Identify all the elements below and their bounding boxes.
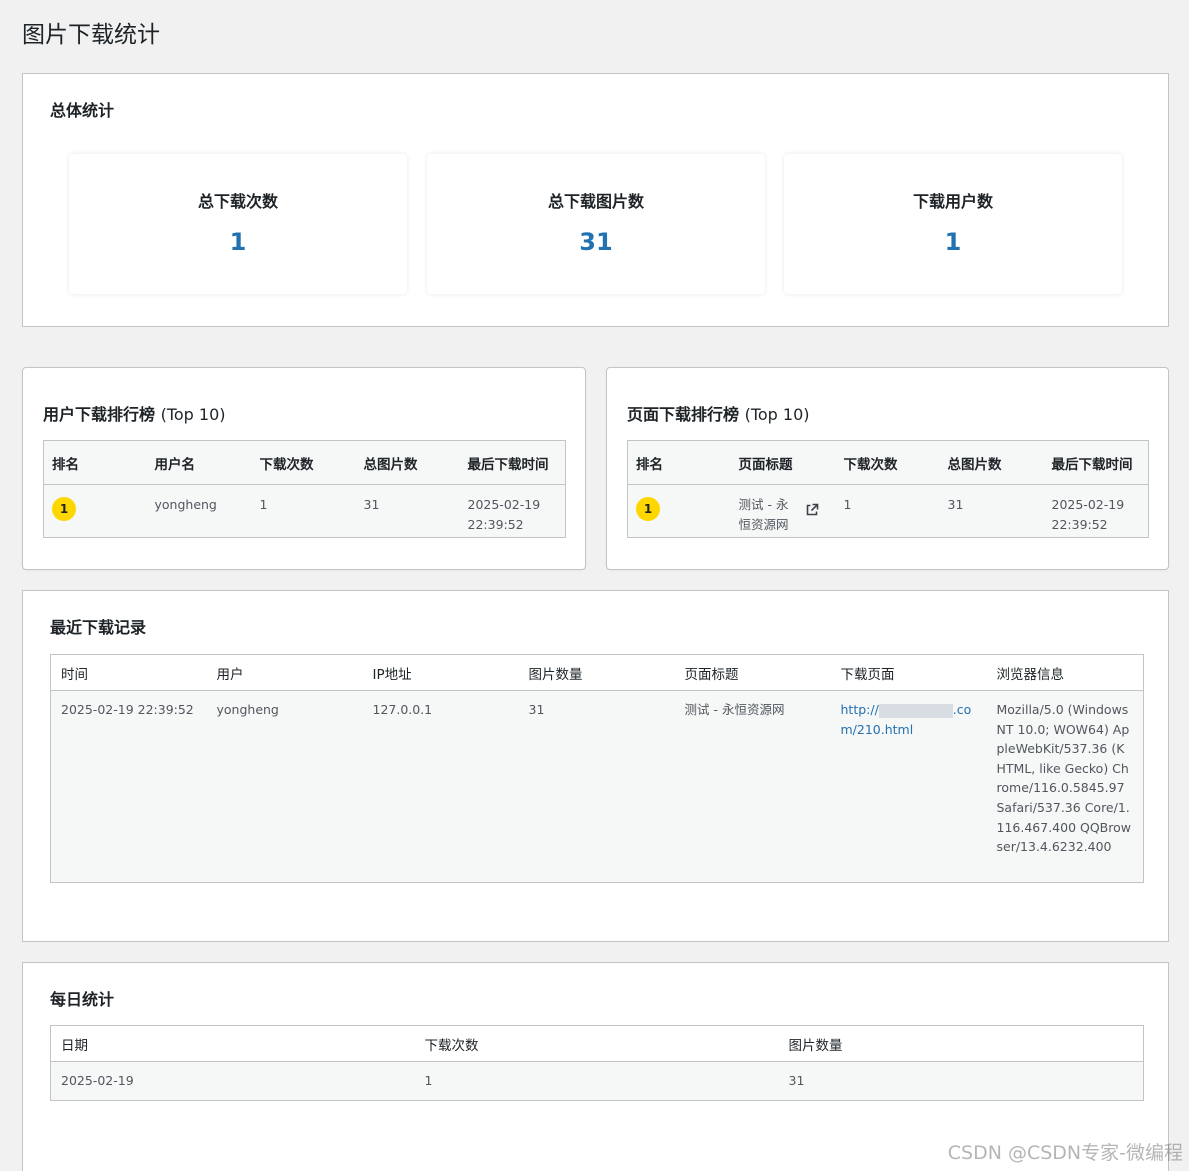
page-rank-card: 页面下载排行榜 (Top 10) 排名 页面标题 下载次数 总图片数 最后下载时… xyxy=(606,367,1169,570)
stat-value: 1 xyxy=(944,228,962,256)
column-header: 总图片数 xyxy=(939,440,1044,485)
page-title-text: 测试 - 永 恒资源网 xyxy=(739,495,789,534)
user-rank-card: 用户下载排行榜 (Top 10) 排名 用户名 下载次数 总图片数 最后下载时间… xyxy=(22,367,586,570)
column-header: 下载次数 xyxy=(251,440,356,485)
table-row: 2025-02-19 22:39:52 yongheng 127.0.0.1 3… xyxy=(50,690,1144,883)
daily-table: 日期 下载次数 图片数量 2025-02-19 1 31 xyxy=(50,1025,1144,1101)
column-header: 图片数量 xyxy=(518,654,675,691)
last-date: 2025-02-19 xyxy=(1051,497,1125,512)
column-header: 总图片数 xyxy=(355,440,460,485)
column-header: 浏览器信息 xyxy=(986,654,1144,691)
date-cell: 2025-02-19 xyxy=(50,1061,415,1101)
table-header-row: 排名 页面标题 下载次数 总图片数 最后下载时间 xyxy=(627,440,1149,485)
table-header-row: 时间 用户 IP地址 图片数量 页面标题 下载页面 浏览器信息 xyxy=(50,654,1144,691)
page-rank-table: 排名 页面标题 下载次数 总图片数 最后下载时间 1 测试 - 永 恒资源网 1… xyxy=(627,440,1149,538)
rank-cell: 1 xyxy=(43,484,147,538)
user-rank-title-text: 用户下载排行榜 xyxy=(43,405,156,424)
table-header-row: 排名 用户名 下载次数 总图片数 最后下载时间 xyxy=(43,440,566,485)
column-header: 最后下载时间 xyxy=(1043,440,1149,485)
overview-title: 总体统计 xyxy=(50,101,115,120)
column-header: 用户名 xyxy=(146,440,252,485)
column-header: 下载次数 xyxy=(414,1025,779,1062)
daily-title: 每日统计 xyxy=(50,990,115,1009)
downloads-cell: 1 xyxy=(251,484,356,538)
time-cell: 2025-02-19 22:39:52 xyxy=(50,690,207,883)
download-page-link[interactable]: http://.com/210.html xyxy=(841,702,972,737)
page-title: 图片下载统计 xyxy=(22,22,160,48)
column-header: 图片数量 xyxy=(778,1025,1144,1062)
page-rank-title-suffix: (Top 10) xyxy=(744,405,810,424)
image-count-cell: 31 xyxy=(518,690,675,883)
download-page-cell: http://.com/210.html xyxy=(830,690,987,883)
watermark-text: CSDN @CSDN专家-微编程 xyxy=(947,1142,1183,1164)
recent-table: 时间 用户 IP地址 图片数量 页面标题 下载页面 浏览器信息 2025-02-… xyxy=(50,654,1144,883)
column-header: 页面标题 xyxy=(730,440,836,485)
column-header: 最后下载时间 xyxy=(459,440,566,485)
stat-label: 总下载次数 xyxy=(197,192,278,211)
url-prefix: http:// xyxy=(840,702,879,717)
redacted-block xyxy=(878,703,953,718)
user-cell: yongheng xyxy=(206,690,363,883)
user-rank-table: 排名 用户名 下载次数 总图片数 最后下载时间 1 yongheng 1 31 … xyxy=(43,440,566,538)
images-cell: 31 xyxy=(939,484,1044,538)
page-rank-title-text: 页面下载排行榜 xyxy=(627,405,740,424)
username-cell: yongheng xyxy=(146,484,252,538)
last-time: 22:39:52 xyxy=(1051,516,1108,532)
rank-cell: 1 xyxy=(627,484,731,538)
column-header: 下载页面 xyxy=(830,654,987,691)
table-row: 2025-02-19 1 31 xyxy=(50,1061,1144,1101)
column-header: IP地址 xyxy=(362,654,519,691)
table-row: 1 yongheng 1 31 2025-02-19 22:39:52 xyxy=(43,484,566,538)
page-title-cell: 测试 - 永 恒资源网 xyxy=(730,484,836,538)
downloads-cell: 1 xyxy=(835,484,940,538)
last-time-cell: 2025-02-19 22:39:52 xyxy=(1043,484,1149,538)
stat-label: 总下载图片数 xyxy=(547,192,644,211)
table-row: 1 测试 - 永 恒资源网 1 31 2025-02-19 22:39:52 xyxy=(627,484,1149,538)
stat-value: 31 xyxy=(579,228,613,256)
table-header-row: 日期 下载次数 图片数量 xyxy=(50,1025,1144,1062)
column-header: 下载次数 xyxy=(835,440,940,485)
stat-value: 1 xyxy=(229,228,247,256)
column-header: 日期 xyxy=(50,1025,415,1062)
last-time: 22:39:52 xyxy=(467,516,524,532)
column-header: 排名 xyxy=(627,440,731,485)
page-title-line: 恒资源网 xyxy=(738,516,789,532)
page-title-cell: 测试 - 永恒资源网 xyxy=(674,690,831,883)
external-link-icon[interactable] xyxy=(805,503,819,523)
page-rank-title: 页面下载排行榜 (Top 10) xyxy=(627,404,810,426)
column-header: 用户 xyxy=(206,654,363,691)
column-header: 时间 xyxy=(50,654,207,691)
browser-cell: Mozilla/5.0 (Windows NT 10.0; WOW64) App… xyxy=(986,690,1144,883)
rank-badge: 1 xyxy=(636,497,660,521)
recent-card: 最近下载记录 时间 用户 IP地址 图片数量 页面标题 下载页面 浏览器信息 2… xyxy=(22,590,1169,942)
stat-label: 下载用户数 xyxy=(912,192,993,211)
last-date: 2025-02-19 xyxy=(467,497,541,512)
images-cell: 31 xyxy=(778,1061,1144,1101)
last-time-cell: 2025-02-19 22:39:52 xyxy=(459,484,566,538)
stat-total-downloads: 总下载次数 1 xyxy=(69,154,407,294)
stat-total-images: 总下载图片数 31 xyxy=(427,154,765,294)
rank-badge: 1 xyxy=(52,497,76,521)
images-cell: 31 xyxy=(355,484,460,538)
page-title-line: 测试 - 永 xyxy=(738,497,789,512)
stat-download-users: 下载用户数 1 xyxy=(784,154,1122,294)
overview-card: 总体统计 总下载次数 1 总下载图片数 31 下载用户数 1 xyxy=(22,73,1169,327)
column-header: 页面标题 xyxy=(674,654,831,691)
user-rank-title-suffix: (Top 10) xyxy=(160,405,226,424)
downloads-cell: 1 xyxy=(414,1061,779,1101)
ip-cell: 127.0.0.1 xyxy=(362,690,519,883)
column-header: 排名 xyxy=(43,440,147,485)
user-rank-title: 用户下载排行榜 (Top 10) xyxy=(43,404,226,426)
recent-title: 最近下载记录 xyxy=(50,618,147,637)
